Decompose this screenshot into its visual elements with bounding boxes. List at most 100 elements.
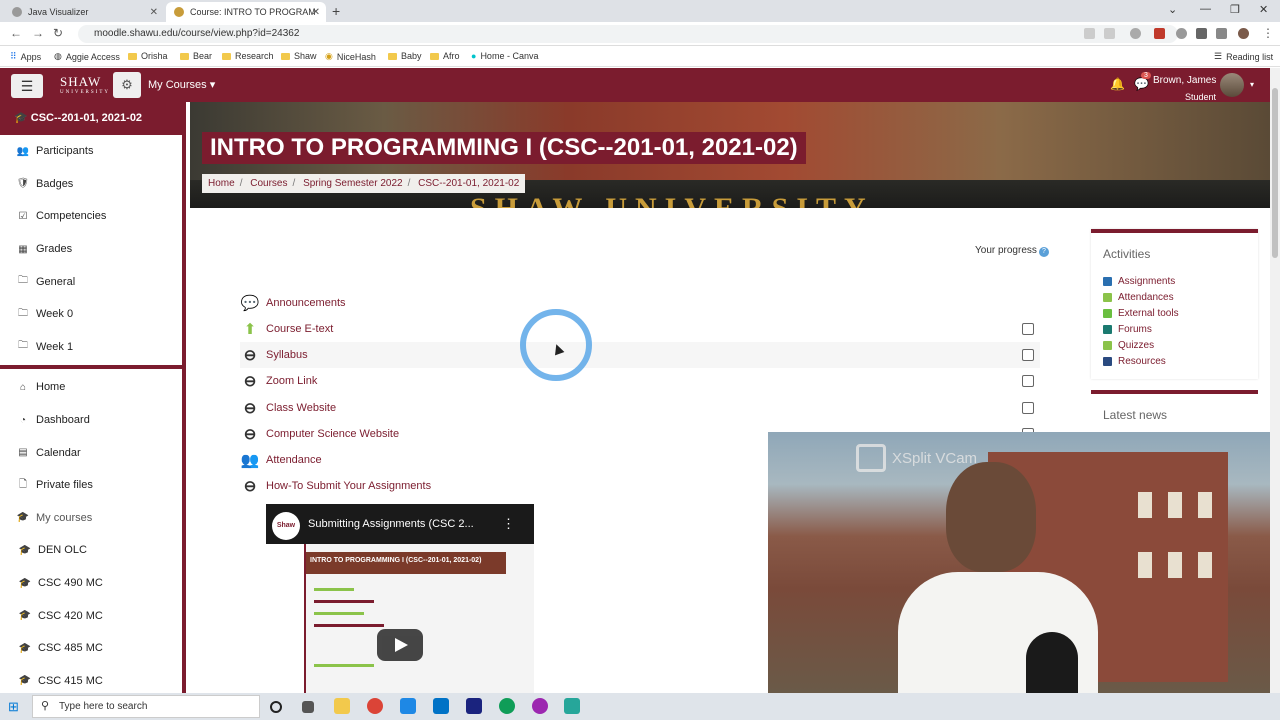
settings-button[interactable]: ⚙	[113, 72, 141, 98]
completion-checkbox[interactable]	[1022, 323, 1034, 335]
activity-link[interactable]: Announcements	[266, 297, 346, 309]
embedded-video[interactable]: Shaw Submitting Assignments (CSC 2... ⋮ …	[266, 504, 534, 694]
forward-icon[interactable]: →	[32, 26, 44, 40]
scrollbar-thumb[interactable]	[1272, 88, 1278, 258]
minimize-icon[interactable]: —	[1200, 3, 1211, 15]
activity-link[interactable]: Syllabus	[266, 349, 308, 361]
mail-icon[interactable]	[433, 698, 449, 714]
restore-icon[interactable]: ❐	[1230, 3, 1240, 16]
close-tab-icon[interactable]: ✕	[150, 7, 158, 18]
hamburger-menu-button[interactable]: ☰	[11, 74, 43, 98]
taskbar-search-input[interactable]: ⚲ Type here to search	[32, 695, 260, 718]
block-link-external-tools[interactable]: External tools	[1091, 305, 1258, 321]
sidebar-item-calendar[interactable]: ▤ Calendar	[0, 436, 182, 469]
close-tab-icon[interactable]: ✕	[312, 7, 320, 18]
help-icon[interactable]: ?	[1038, 247, 1049, 257]
bookmark-home-canva[interactable]: ● Home - Canva	[471, 51, 538, 61]
user-name[interactable]: Brown, James	[1153, 75, 1216, 86]
teams-icon[interactable]	[532, 698, 548, 714]
sidebar-item-badges[interactable]: 🛡 Badges	[0, 168, 182, 201]
media-icon[interactable]	[1216, 28, 1227, 39]
completion-checkbox[interactable]	[1022, 402, 1034, 414]
activity-link[interactable]: Course E-text	[266, 323, 333, 335]
block-link-quizzes[interactable]: Quizzes	[1091, 337, 1258, 353]
close-window-icon[interactable]: ✕	[1259, 3, 1268, 16]
page-scrollbar[interactable]	[1270, 68, 1280, 693]
video-menu-icon[interactable]: ⋮	[502, 516, 515, 532]
task-view-icon[interactable]	[302, 701, 314, 713]
sidebar-item-den-olc[interactable]: 🎓 DEN OLC	[0, 534, 182, 567]
block-link-assignments[interactable]: Assignments	[1091, 273, 1258, 289]
bookmark-afro[interactable]: Afro	[430, 51, 460, 61]
avatar[interactable]	[1220, 73, 1244, 97]
edge-icon[interactable]	[499, 698, 515, 714]
reading-list[interactable]: ☰ Reading list	[1214, 51, 1273, 62]
bookmark-baby[interactable]: Baby	[388, 51, 422, 61]
share-icon[interactable]	[1084, 28, 1095, 39]
xsplit-icon[interactable]	[564, 698, 580, 714]
sidebar-item-home[interactable]: ⌂ Home	[0, 371, 182, 404]
puzzle-icon[interactable]	[1196, 28, 1207, 39]
bookmark-research[interactable]: Research	[222, 51, 274, 61]
sidebar-item-week-0[interactable]: 🗀 Week 0	[0, 298, 182, 331]
sidebar-item-csc-415[interactable]: 🎓 CSC 415 MC	[0, 665, 182, 694]
breadcrumb-courses[interactable]: Courses	[250, 178, 287, 189]
sidebar-item-my-courses[interactable]: 🎓 My courses	[0, 502, 182, 535]
activity-link[interactable]: How-To Submit Your Assignments	[266, 480, 431, 492]
sidebar-course-title[interactable]: 🎓 CSC--201-01, 2021-02	[0, 102, 182, 135]
bookmark-nicehash[interactable]: ◉ NiceHash	[325, 51, 376, 62]
reload-icon[interactable]: ↻	[53, 26, 63, 40]
block-icon[interactable]	[1176, 28, 1187, 39]
channel-avatar[interactable]: Shaw	[272, 512, 300, 540]
windows-start-icon[interactable]: ⊞	[8, 699, 19, 715]
sidebar-item-participants[interactable]: 👥 Participants	[0, 135, 182, 168]
bookmark-bear[interactable]: Bear	[180, 51, 212, 61]
my-courses-dropdown[interactable]: My Courses ▾	[148, 78, 215, 91]
completion-checkbox[interactable]	[1022, 349, 1034, 361]
calculator-icon[interactable]	[400, 698, 416, 714]
sidebar-item-week-1[interactable]: 🗀 Week 1	[0, 331, 182, 364]
tab-search-icon[interactable]: ⌄	[1168, 3, 1177, 16]
url-bar[interactable]: moodle.shawu.edu/course/view.php?id=2436…	[78, 25, 1178, 43]
extension-icon[interactable]	[1130, 28, 1141, 39]
new-tab-button[interactable]: +	[332, 3, 340, 19]
chat-icon[interactable]: 💬	[1134, 77, 1149, 91]
cortana-icon[interactable]	[270, 701, 282, 713]
intellij-icon[interactable]	[466, 698, 482, 714]
bookmark-shaw[interactable]: Shaw	[281, 51, 317, 61]
tab-java-visualizer[interactable]: Java Visualizer ✕	[4, 2, 164, 22]
caret-down-icon[interactable]: ▾	[1250, 80, 1254, 89]
activity-link[interactable]: Zoom Link	[266, 375, 317, 387]
breadcrumb-home[interactable]: Home	[208, 178, 235, 189]
breadcrumb-semester[interactable]: Spring Semester 2022	[303, 178, 403, 189]
bell-icon[interactable]: 🔔	[1110, 77, 1125, 91]
extension-badge-icon[interactable]	[1154, 28, 1165, 39]
activity-link[interactable]: Computer Science Website	[266, 428, 399, 440]
activity-link[interactable]: Attendance	[266, 454, 322, 466]
breadcrumb-course[interactable]: CSC--201-01, 2021-02	[418, 178, 519, 189]
menu-kebab-icon[interactable]: ⋮	[1262, 26, 1274, 40]
block-link-resources[interactable]: Resources	[1091, 353, 1258, 369]
tab-course-intro-programming[interactable]: Course: INTRO TO PROGRAMMI... ✕	[166, 2, 326, 22]
back-icon[interactable]: ←	[10, 26, 22, 40]
file-explorer-icon[interactable]	[334, 698, 350, 714]
bookmark-apps[interactable]: ⠿ Apps	[10, 51, 41, 62]
bookmark-aggie-access[interactable]: ◍ Aggie Access	[54, 51, 120, 62]
star-icon[interactable]	[1104, 28, 1115, 39]
sidebar-item-csc-420[interactable]: 🎓 CSC 420 MC	[0, 599, 182, 632]
sidebar-item-csc-490[interactable]: 🎓 CSC 490 MC	[0, 567, 182, 600]
completion-checkbox[interactable]	[1022, 375, 1034, 387]
play-button[interactable]	[377, 629, 423, 661]
profile-icon[interactable]	[1238, 28, 1249, 39]
sidebar-item-private-files[interactable]: 🗋 Private files	[0, 469, 182, 502]
chrome-icon[interactable]	[367, 698, 383, 714]
sidebar-item-competencies[interactable]: ☑ Competencies	[0, 200, 182, 233]
sidebar-item-general[interactable]: 🗀 General	[0, 265, 182, 298]
bookmark-orisha[interactable]: Orisha	[128, 51, 168, 61]
block-link-attendances[interactable]: Attendances	[1091, 289, 1258, 305]
activity-link[interactable]: Class Website	[266, 402, 336, 414]
sidebar-item-dashboard[interactable]: ◔ Dashboard	[0, 404, 182, 437]
sidebar-item-grades[interactable]: ▦ Grades	[0, 233, 182, 266]
video-title[interactable]: Submitting Assignments (CSC 2...	[308, 518, 474, 530]
shaw-logo[interactable]: SHAW UNIVERSITY	[60, 74, 110, 95]
